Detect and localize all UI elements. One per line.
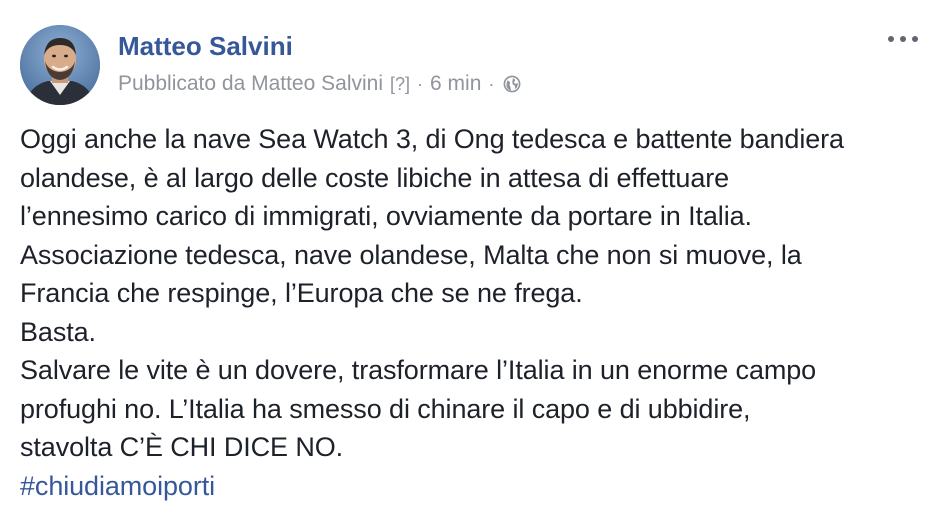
author-name-link[interactable]: Matteo Salvini	[118, 31, 293, 62]
post-text-line: Oggi anche la nave Sea Watch 3, di Ong t…	[20, 124, 844, 154]
post-text-line: Salvare le vite è un dovere, trasformare…	[20, 355, 817, 385]
published-by-text: Pubblicato da Matteo Salvini	[118, 72, 383, 95]
post-text-line: stavolta C’È CHI DICE NO.	[20, 432, 344, 462]
post-text-line: profughi no. L’Italia ha smesso di china…	[20, 393, 751, 424]
meta-separator-2: ·	[488, 73, 495, 94]
post-timestamp-link[interactable]: 6 min	[430, 72, 481, 96]
author-avatar[interactable]	[20, 25, 100, 105]
post-text-line: Francia che respinge, l’Europa che se ne…	[20, 278, 583, 308]
facebook-post: Matteo Salvini Pubblicato da Matteo Salv…	[0, 0, 944, 522]
post-meta: Pubblicato da Matteo Salvini [?] · 6 min…	[118, 72, 521, 96]
hashtag-link[interactable]: #chiudiamoiporti	[20, 467, 930, 506]
post-text-line: l’ennesimo carico di immigrati, ovviamen…	[20, 201, 752, 231]
more-options-icon[interactable]	[886, 28, 920, 48]
post-text-line: Associazione tedesca, nave olandese, Mal…	[20, 239, 802, 270]
post-text-line: Basta.	[20, 316, 96, 347]
meta-separator-1: ·	[417, 73, 424, 94]
help-link[interactable]: [?]	[390, 74, 410, 95]
post-text: Oggi anche la nave Sea Watch 3, di Ong t…	[20, 120, 930, 505]
post-header: Matteo Salvini Pubblicato da Matteo Salv…	[20, 22, 924, 106]
post-text-line: olandese, è al largo delle coste libiche…	[20, 162, 730, 193]
globe-icon[interactable]	[503, 75, 521, 93]
